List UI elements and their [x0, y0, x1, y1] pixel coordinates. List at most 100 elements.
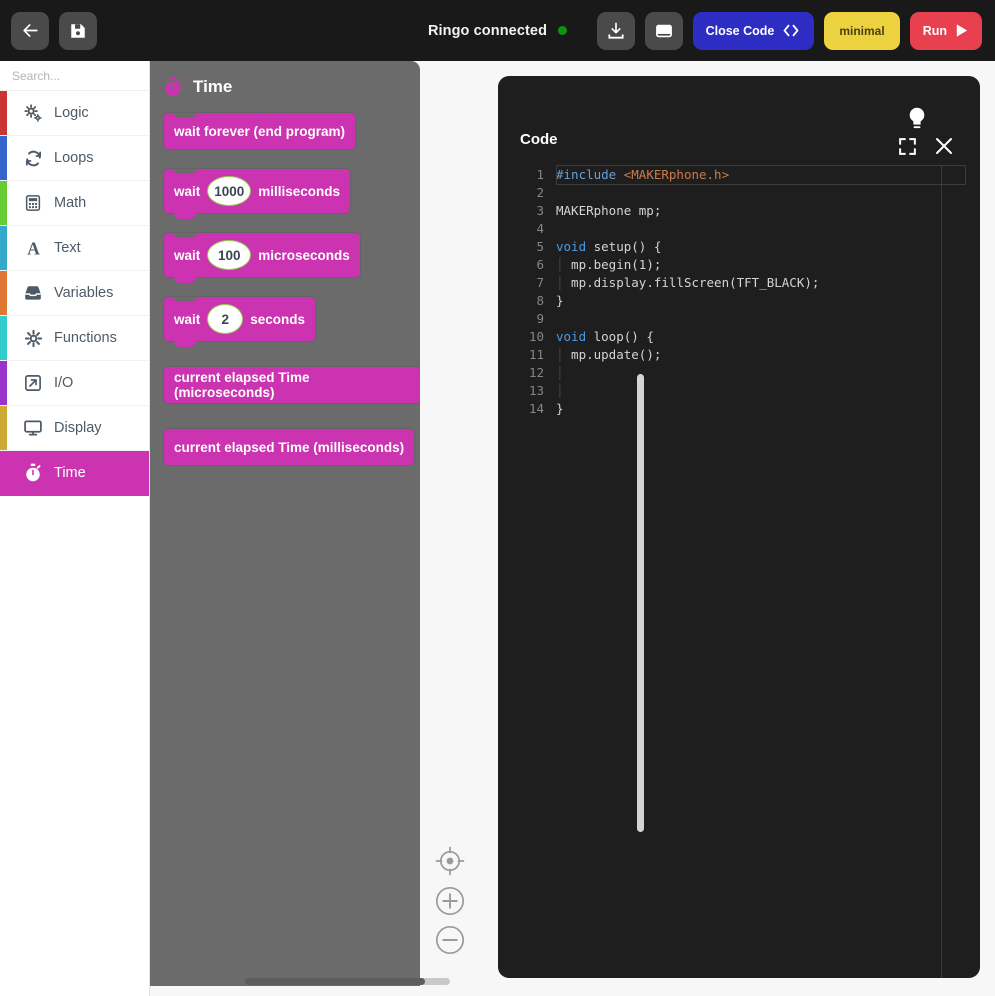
sidebar-item-time[interactable]: Time: [0, 451, 149, 496]
code-line[interactable]: 9: [498, 310, 980, 328]
block-number-field[interactable]: 100: [207, 240, 252, 270]
sidebar-item-text[interactable]: A Text: [0, 226, 149, 271]
line-number: 10: [528, 329, 544, 344]
block-text: current elapsed Time (microseconds): [174, 370, 310, 400]
letter-a-icon: A: [20, 239, 46, 258]
sidebar-item-label: Functions: [54, 330, 117, 346]
close-code-label: Close Code: [705, 23, 775, 38]
code-line[interactable]: 1 #include <MAKERphone.h>: [498, 165, 980, 185]
sidebar-item-label: Logic: [54, 105, 89, 121]
run-label: Run: [922, 23, 947, 38]
category-color-stripe: [0, 271, 7, 315]
block-body[interactable]: wait 2 seconds: [164, 297, 316, 347]
code-line[interactable]: 14}: [498, 400, 980, 418]
block-number-field[interactable]: 1000: [207, 176, 252, 206]
sidebar-item-functions[interactable]: Functions: [0, 316, 149, 361]
block-number-field[interactable]: 2: [207, 304, 244, 334]
lightbulb-icon[interactable]: [907, 106, 927, 133]
code-token: loop() {: [586, 329, 654, 344]
code-line[interactable]: 2: [498, 184, 980, 202]
line-content: │ mp.update();: [556, 346, 980, 364]
code-line[interactable]: 6 │ mp.begin(1);: [498, 256, 980, 274]
close-code-button[interactable]: Close Code: [692, 11, 815, 50]
run-button[interactable]: Run: [909, 11, 982, 50]
code-token: }: [556, 401, 564, 416]
block-text: wait: [174, 311, 201, 327]
serial-monitor-icon: [655, 24, 672, 37]
sidebar-item-variables[interactable]: Variables: [0, 271, 149, 316]
line-content: }: [556, 292, 980, 310]
line-content: void setup() {: [556, 238, 980, 256]
code-token: │: [556, 347, 564, 362]
sidebar-item-logic[interactable]: Logic: [0, 91, 149, 136]
code-line[interactable]: 13 │: [498, 382, 980, 400]
flyout-title: Time: [193, 77, 233, 96]
status-label: Ringo connected: [427, 22, 548, 39]
flyout-vertical-scrollbar[interactable]: [637, 374, 644, 832]
close-icon[interactable]: [935, 137, 953, 155]
block-2[interactable]: wait 100 microseconds: [164, 233, 360, 283]
code-line[interactable]: 10 void loop() {: [498, 328, 980, 346]
monitor-icon: [20, 418, 46, 438]
gear-icon: [20, 329, 46, 348]
block-row: current elapsed Time (microseconds): [164, 341, 420, 403]
block-body[interactable]: current elapsed Time (milliseconds): [164, 429, 415, 465]
workspace-zoom-controls: [434, 845, 466, 955]
minimal-mode-button[interactable]: minimal: [824, 11, 900, 50]
code-line[interactable]: 12 │: [498, 364, 980, 382]
block-row: wait 2 seconds: [164, 277, 420, 347]
block-body[interactable]: wait 1000 milliseconds: [164, 169, 351, 219]
search-input[interactable]: [12, 68, 167, 83]
zoom-out-icon[interactable]: [435, 925, 465, 955]
download-button[interactable]: [596, 11, 635, 50]
block-3[interactable]: wait 2 seconds: [164, 297, 316, 347]
line-number: 1: [536, 167, 544, 182]
block-body[interactable]: current elapsed Time (microseconds): [164, 367, 420, 403]
category-color-stripe: [0, 136, 7, 180]
code-line[interactable]: 8}: [498, 292, 980, 310]
block-5[interactable]: current elapsed Time (milliseconds): [164, 429, 415, 465]
sidebar-item-label: Loops: [54, 150, 94, 166]
code-line[interactable]: 7 │ mp.display.fillScreen(TFT_BLACK);: [498, 274, 980, 292]
code-line[interactable]: 11 │ mp.update();: [498, 346, 980, 364]
category-color-stripe: [0, 181, 7, 225]
minimal-label: minimal: [839, 23, 885, 38]
block-body[interactable]: wait forever (end program): [164, 113, 356, 149]
block-body[interactable]: wait 100 microseconds: [164, 233, 360, 283]
serial-monitor-button[interactable]: [644, 11, 683, 50]
block-0[interactable]: wait forever (end program): [164, 113, 356, 149]
back-button[interactable]: [11, 11, 49, 50]
line-content: [556, 184, 980, 202]
code-line[interactable]: 5 void setup() {: [498, 238, 980, 256]
sidebar-item-loops[interactable]: Loops: [0, 136, 149, 181]
sidebar-item-display[interactable]: Display: [0, 406, 149, 451]
line-number: 8: [536, 293, 544, 308]
block-text: microseconds: [258, 247, 350, 263]
line-content: [556, 310, 980, 328]
code-editor[interactable]: 1 #include <MAKERphone.h> 2 3 MAKERphone mp;…: [498, 165, 980, 978]
code-lines: 1 #include <MAKERphone.h> 2 3 MAKERphone mp;…: [498, 165, 980, 418]
sidebar-item-math[interactable]: Math: [0, 181, 149, 226]
center-target-icon[interactable]: [434, 845, 466, 877]
block-text: wait: [174, 183, 201, 199]
block-row: wait 1000 milliseconds: [164, 149, 420, 219]
block-1[interactable]: wait 1000 milliseconds: [164, 169, 351, 219]
inbox-icon: [20, 283, 46, 303]
code-line[interactable]: 3 MAKERphone mp;: [498, 202, 980, 220]
block-text: current elapsed Time (milliseconds): [174, 439, 405, 455]
calculator-icon: [20, 194, 46, 212]
line-number: 5: [536, 239, 544, 254]
play-triangle-icon: [956, 24, 968, 37]
fullscreen-icon[interactable]: [899, 138, 916, 155]
code-panel: Code 1 #include <MAKERphone.h> 2 3 MAKERphon…: [498, 76, 980, 978]
save-button[interactable]: [59, 11, 97, 50]
code-chevrons-icon: [783, 24, 799, 37]
block-text: wait forever (end program): [174, 123, 346, 139]
block-4[interactable]: current elapsed Time (microseconds): [164, 367, 420, 403]
line-number: 6: [536, 257, 544, 272]
code-line[interactable]: 4: [498, 220, 980, 238]
flyout-horizontal-scrollbar-track: [245, 978, 425, 985]
zoom-in-icon[interactable]: [435, 886, 465, 916]
sidebar-item-i-o[interactable]: I/O: [0, 361, 149, 406]
